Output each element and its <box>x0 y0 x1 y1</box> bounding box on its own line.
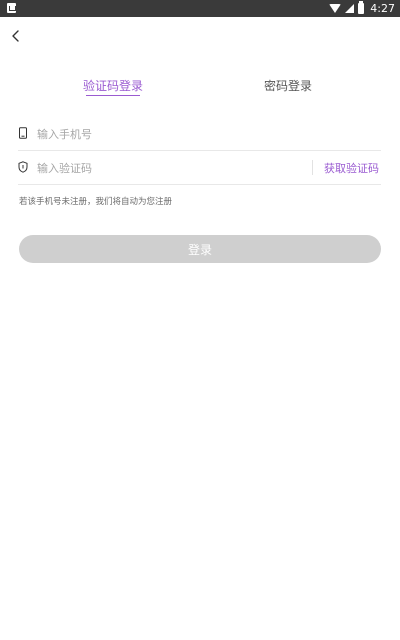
notification-icon <box>7 3 16 13</box>
divider <box>312 160 313 175</box>
phone-input[interactable] <box>37 124 257 144</box>
chevron-left-icon <box>12 30 19 42</box>
wifi-icon <box>329 4 342 13</box>
phone-icon <box>19 127 27 139</box>
status-right: 4:27 <box>329 1 395 16</box>
phone-row <box>18 117 381 151</box>
code-row: 获取验证码 <box>18 151 381 185</box>
get-code-button[interactable]: 获取验证码 <box>324 160 379 176</box>
back-button[interactable] <box>8 26 28 46</box>
status-bar: 4:27 <box>0 0 400 17</box>
status-time: 4:27 <box>370 2 395 15</box>
verification-code-input[interactable] <box>37 158 257 178</box>
shield-icon <box>18 161 28 173</box>
signal-icon <box>345 4 355 13</box>
tab-sms-login[interactable]: 验证码登录 <box>83 77 143 94</box>
battery-icon <box>358 1 365 14</box>
login-button[interactable]: 登录 <box>19 235 381 263</box>
tab-password-login[interactable]: 密码登录 <box>264 77 312 94</box>
tab-active-indicator <box>86 95 140 96</box>
register-hint: 若该手机号未注册，我们将自动为您注册 <box>19 197 173 207</box>
